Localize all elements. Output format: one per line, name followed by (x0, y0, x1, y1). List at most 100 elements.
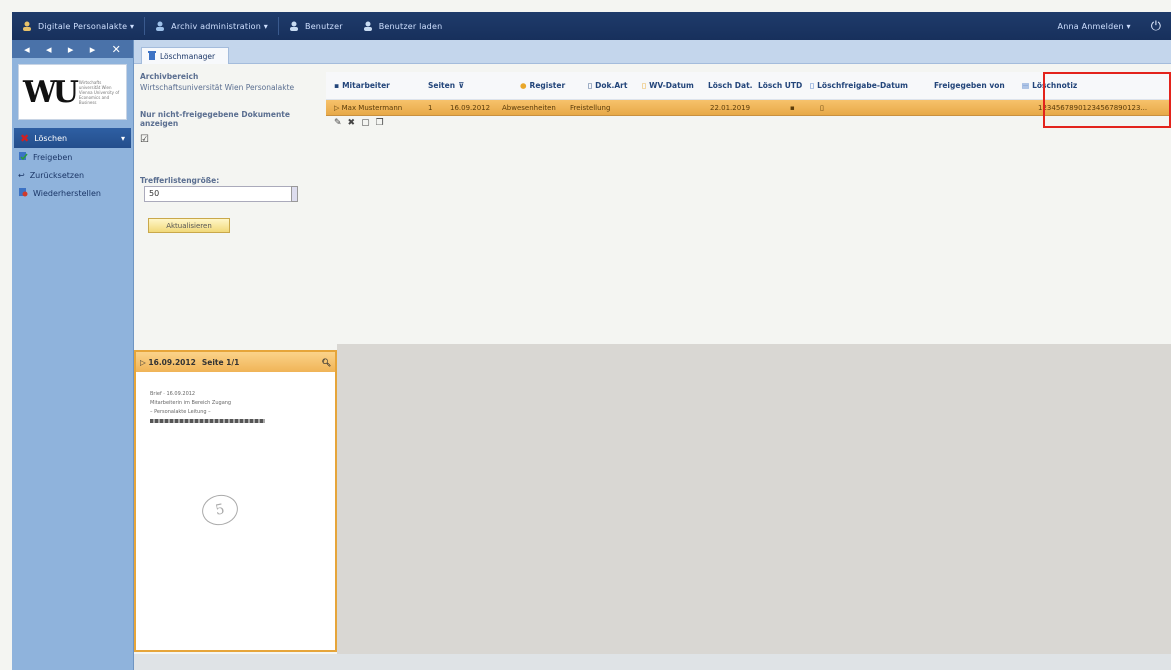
column-label: Lösch UTD (758, 81, 803, 90)
viewer-area (337, 344, 1171, 670)
navigation-arrows: ◂ ◂ ▸ ▸ ✕ (12, 40, 133, 58)
sidebar-item-restore[interactable]: Wiederherstellen (12, 184, 133, 202)
row-toolbar: ✎ ✖ ▢ ❐ (326, 116, 1171, 130)
column-header-wv-date[interactable]: ▯ WV-Datum (642, 72, 708, 99)
column-header-delete-note[interactable]: ▤ Löschnotiz (1016, 72, 1166, 99)
refresh-button[interactable]: Aktualisieren (148, 218, 230, 233)
redacted-bar (150, 419, 265, 423)
document-icon[interactable]: ▯ (820, 104, 938, 112)
sidebar-item-reset[interactable]: ↩ Zurücksetzen (12, 166, 133, 184)
lock-icon[interactable]: ▪ (790, 104, 820, 112)
prev-arrow-icon[interactable]: ◂ (46, 43, 52, 56)
action1-label: Benutzer (305, 21, 343, 31)
trash-icon (148, 50, 156, 62)
archive-label: Archivbereich (140, 72, 199, 81)
preview-line: Mitarbeiterin im Bereich Zugang (150, 400, 232, 406)
cell-doctype: Freistellung (570, 103, 611, 112)
top-right-group: Anna Anmelden ▾ ⏻ (1048, 12, 1171, 40)
left-sidebar: ◂ ◂ ▸ ▸ ✕ WU Wirtschafts universität Wie… (12, 40, 134, 670)
column-header-release-date[interactable]: ▯ Löschfreigabe-Datum (810, 72, 928, 99)
reset-icon: ↩ (18, 170, 25, 180)
top-menu-bar: Digitale Personalakte ▾ Archiv administr… (12, 12, 1171, 40)
last-arrow-icon[interactable]: ▸ (90, 43, 96, 56)
sort-icon: ▪ (334, 81, 340, 90)
preview-line: – Personalakte Leitung – (150, 409, 211, 415)
app-window: Digitale Personalakte ▾ Archiv administr… (0, 0, 1171, 670)
cell-register: Abwesenheiten (502, 103, 556, 112)
delete-icon[interactable]: ✖ (348, 118, 356, 128)
next-arrow-icon[interactable]: ▸ (68, 43, 74, 56)
tab-delete-manager[interactable]: Löschmanager (141, 47, 229, 64)
menu-digital-personnel-file[interactable]: Digitale Personalakte ▾ (12, 12, 144, 40)
close-icon[interactable]: ✕ (112, 43, 121, 56)
user-icon (22, 21, 32, 31)
admin-icon (155, 21, 165, 31)
register-icon: ● (520, 81, 527, 90)
preview-body: Brief · 16.09.2012 Mitarbeiterin im Bere… (136, 372, 335, 441)
preview-page-label: Seite 1/1 (201, 357, 240, 367)
preview-date: ▷ 16.09.2012 (140, 357, 196, 367)
sidebar-item-label: Löschen (34, 133, 68, 143)
menu1-label: Digitale Personalakte ▾ (38, 21, 135, 31)
document-icon: ▯ (810, 81, 815, 90)
sidebar-item-release[interactable]: Freigeben (12, 148, 133, 166)
zoom-icon[interactable]: 🔍︎ (321, 358, 331, 367)
user-icon (289, 21, 299, 31)
first-arrow-icon[interactable]: ◂ (24, 43, 30, 56)
preview-header: ▷ 16.09.2012 Seite 1/1 🔍︎ (136, 352, 335, 372)
users-button[interactable]: Benutzer (279, 12, 353, 40)
menu-archive-administration[interactable]: Archiv administration ▾ (145, 12, 278, 40)
table-row[interactable]: ▷ Max Mustermann 1 16.09.2012 Abwesenhei… (326, 100, 1171, 116)
logo: WU Wirtschafts universität Wien Vienna U… (18, 64, 127, 120)
only-nonreleased-checkbox[interactable]: ☑ (140, 134, 149, 145)
document-icon: ▯ (642, 81, 647, 90)
column-header-delete-date[interactable]: Lösch Dat. (708, 72, 758, 99)
action2-label: Benutzer laden (378, 21, 443, 31)
chevron-down-icon: ▾ (120, 133, 125, 143)
filter-panel: Archivbereich Wirtschaftsuniversität Wie… (140, 72, 316, 342)
column-header-register[interactable]: ● Register (520, 72, 588, 99)
user-load-icon (363, 21, 373, 31)
cell-date: 16.09.2012 (450, 103, 491, 112)
pagesize-spinner[interactable] (291, 186, 298, 202)
only-nonreleased-label: Nur nicht-freigegebene Dokumente anzeige… (140, 110, 290, 128)
column-header-doctype[interactable]: ▯ Dok.Art (588, 72, 642, 99)
pagesize-input[interactable]: 50 (144, 186, 296, 202)
column-header-delete-utd[interactable]: Lösch UTD (758, 72, 810, 99)
sidebar-item-label: Zurücksetzen (29, 170, 85, 180)
menu2-label: Archiv administration ▾ (171, 21, 268, 31)
tab-label: Löschmanager (160, 51, 216, 61)
document-preview: ▷ 16.09.2012 Seite 1/1 🔍︎ Brief · 16.09.… (134, 350, 337, 652)
user-menu[interactable]: Anna Anmelden ▾ (1048, 12, 1141, 40)
results-grid: ▪ Mitarbeiter Seiten ⊽ ● Register ▯ Dok.… (326, 72, 1171, 130)
status-strip (134, 654, 1171, 670)
preview-date-text: 16.09.2012 (148, 357, 196, 367)
document-icon: ▯ (588, 81, 593, 90)
column-header-employee[interactable]: ▪ Mitarbeiter (326, 72, 428, 99)
column-label: Löschfreigabe-Datum (817, 81, 908, 90)
sidebar-item-label: Freigeben (33, 152, 73, 162)
page-number-stamp: 5 (199, 491, 241, 529)
grid-header: ▪ Mitarbeiter Seiten ⊽ ● Register ▯ Dok.… (326, 72, 1171, 100)
column-label: Register (529, 81, 566, 90)
sidebar-item-delete[interactable]: ✖ Löschen ▾ (14, 128, 131, 148)
load-users-button[interactable]: Benutzer laden (353, 12, 453, 40)
logo-text: Wirtschafts universität Wien Vienna Univ… (78, 79, 120, 105)
column-header-pages[interactable]: Seiten ⊽ (428, 72, 520, 99)
employee-name: Max Mustermann (341, 103, 403, 112)
cell-pages: 1 (428, 103, 433, 112)
column-header-released-by[interactable]: Freigegeben von (928, 72, 1016, 99)
cell-employee: ▷ Max Mustermann (334, 103, 403, 112)
filter-icon: ⊽ (458, 81, 465, 90)
archive-value[interactable]: Wirtschaftsuniversität Wien Personalakte (140, 83, 316, 92)
tab-strip: Löschmanager (134, 40, 1171, 64)
copy-icon[interactable]: ❐ (376, 118, 384, 128)
column-label: WV-Datum (649, 81, 694, 90)
power-icon[interactable]: ⏻ (1141, 19, 1171, 34)
page-icon[interactable]: ▢ (361, 118, 370, 128)
edit-icon[interactable]: ✎ (334, 118, 342, 128)
logo-mark: WU (23, 74, 79, 110)
column-label: Löschnotiz (1032, 81, 1078, 90)
pagesize-label: Trefferlistengröße: (140, 176, 220, 185)
column-label: Seiten (428, 81, 456, 90)
